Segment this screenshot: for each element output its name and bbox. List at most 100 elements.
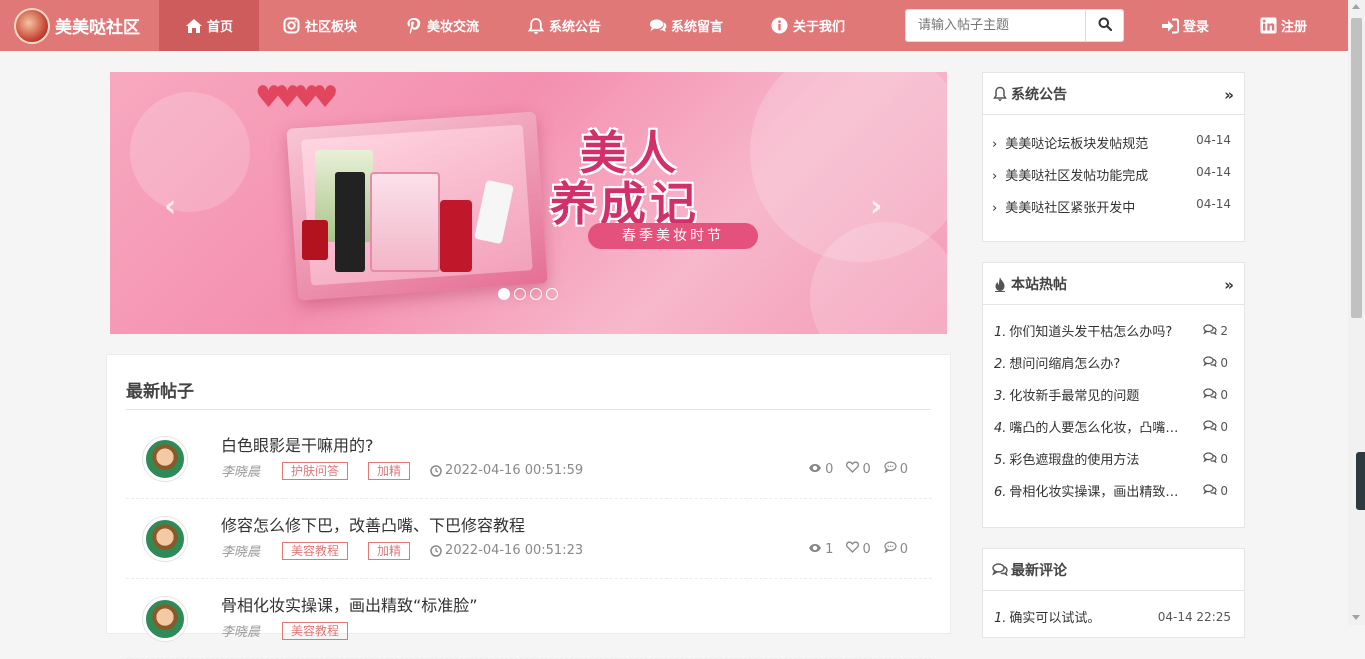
nav-item-messages[interactable]: 系统留言 bbox=[625, 0, 747, 51]
carousel-dot[interactable] bbox=[514, 288, 526, 300]
post-tag[interactable]: 加精 bbox=[368, 541, 411, 560]
latest-comments-title: 最新评论 bbox=[1011, 562, 1067, 579]
hot-post-title-text: 彩色遮瑕盘的使用方法 bbox=[1009, 453, 1140, 468]
view-count: 1 bbox=[808, 541, 833, 557]
floating-side-widget[interactable] bbox=[1356, 452, 1365, 510]
comment-count-value: 0 bbox=[899, 461, 908, 477]
hot-post-count-value: 0 bbox=[1220, 483, 1228, 498]
nav-item-community[interactable]: 社区板块 bbox=[259, 0, 381, 51]
hot-post-title: 5. 彩色遮瑕盘的使用方法 bbox=[994, 449, 1139, 468]
comment-count-value: 0 bbox=[899, 541, 908, 557]
notice-item[interactable]: › 美美哒论坛板块发帖规范 04-14 bbox=[992, 133, 1231, 152]
post-tag[interactable]: 护肤问答 bbox=[282, 461, 349, 480]
comment-icon bbox=[884, 461, 897, 477]
like-count[interactable]: 0 bbox=[846, 541, 871, 557]
post-tag[interactable]: 加精 bbox=[368, 461, 411, 480]
banner-carousel[interactable]: ♥♥♥♥ 美人 养成记 春季美妆时节 ‹ › bbox=[110, 72, 947, 334]
clock-icon bbox=[430, 544, 442, 557]
notice-item[interactable]: › 美美哒社区紧张开发中 04-14 bbox=[992, 197, 1231, 216]
nav-item-label: 首页 bbox=[206, 20, 233, 35]
nav-item-about[interactable]: 关于我们 bbox=[747, 0, 869, 51]
banner-decoration bbox=[130, 92, 250, 212]
hot-post-count-value: 2 bbox=[1220, 323, 1228, 338]
post-author[interactable]: 李晓晨 bbox=[221, 461, 260, 480]
notice-date: 04-14 bbox=[1196, 165, 1231, 179]
nav-item-home[interactable]: 首页 bbox=[159, 0, 259, 51]
hot-post-item[interactable]: 5. 彩色遮瑕盘的使用方法 0 bbox=[994, 449, 1228, 469]
login-button[interactable]: 登录 bbox=[1161, 0, 1209, 51]
banner-headline: 美人 养成记 bbox=[550, 126, 700, 229]
hot-post-rank: 2. bbox=[994, 357, 1007, 372]
post-tag[interactable]: 美容教程 bbox=[282, 541, 349, 560]
nav-item-announcements[interactable]: 系统公告 bbox=[503, 0, 625, 51]
notice-date: 04-14 bbox=[1196, 133, 1231, 147]
scrollbar-thumb[interactable] bbox=[1351, 18, 1362, 318]
comment-text: 1. 确实可以试试。 bbox=[994, 607, 1100, 626]
hot-post-title-text: 想问问缩肩怎么办? bbox=[1009, 357, 1121, 372]
comments-icon bbox=[1203, 419, 1218, 434]
carousel-dot[interactable] bbox=[530, 288, 542, 300]
scroll-down-arrow-icon[interactable] bbox=[1352, 615, 1360, 620]
post-meta: 李晓晨 美容教程 bbox=[221, 621, 368, 640]
view-count-value: 0 bbox=[825, 461, 834, 477]
hot-post-item[interactable]: 1. 你们知道头发干枯怎么办吗? 2 bbox=[994, 321, 1228, 341]
hot-post-rank: 1. bbox=[994, 325, 1007, 340]
latest-comments-header: 最新评论 bbox=[983, 549, 1244, 591]
carousel-dot[interactable] bbox=[498, 288, 510, 300]
pinterest-icon bbox=[405, 17, 423, 35]
hot-post-item[interactable]: 3. 化妆新手最常见的问题 0 bbox=[994, 385, 1228, 405]
avatar[interactable] bbox=[143, 597, 187, 641]
hot-post-title-text: 嘴凸的人要怎么化妆，凸嘴… bbox=[1009, 421, 1179, 436]
hot-post-rank: 4. bbox=[994, 421, 1007, 436]
post-item[interactable]: 修容怎么修下巴，改善凸嘴、下巴修容教程 李晓晨 美容教程 加精 2022-04-… bbox=[126, 499, 932, 579]
carousel-prev-button[interactable]: ‹ bbox=[164, 192, 176, 222]
nav-item-label: 美妆交流 bbox=[426, 20, 479, 35]
register-button[interactable]: 注册 bbox=[1260, 0, 1307, 51]
carousel-next-button[interactable]: › bbox=[870, 192, 882, 222]
banner-headline-line1: 美人 bbox=[580, 126, 680, 180]
hot-post-item[interactable]: 6. 骨相化妆实操课，画出精致… 0 bbox=[994, 481, 1228, 501]
post-meta: 李晓晨 护肤问答 加精 2022-04-16 00:51:59 bbox=[221, 461, 583, 480]
hot-post-comment-count: 0 bbox=[1203, 353, 1228, 372]
post-title[interactable]: 骨相化妆实操课，画出精致“标准脸” bbox=[221, 592, 478, 616]
avatar[interactable] bbox=[143, 517, 187, 561]
scroll-up-arrow-icon[interactable] bbox=[1352, 4, 1360, 9]
carousel-dot[interactable] bbox=[546, 288, 558, 300]
comment-count[interactable]: 0 bbox=[884, 541, 908, 557]
comment-item[interactable]: 1. 确实可以试试。 04-14 22:25 bbox=[994, 607, 1231, 627]
post-item[interactable]: 骨相化妆实操课，画出精致“标准脸” 李晓晨 美容教程 bbox=[126, 579, 932, 659]
hot-post-item[interactable]: 2. 想问问缩肩怎么办? 0 bbox=[994, 353, 1228, 373]
post-item[interactable]: 白色眼影是干嘛用的? 李晓晨 护肤问答 加精 2022-04-16 00:51:… bbox=[126, 419, 932, 499]
hot-post-title: 3. 化妆新手最常见的问题 bbox=[994, 385, 1139, 404]
comments-icon bbox=[1203, 451, 1218, 466]
post-title[interactable]: 白色眼影是干嘛用的? bbox=[221, 432, 374, 456]
like-count[interactable]: 0 bbox=[846, 461, 871, 477]
linkedin-icon bbox=[1260, 17, 1277, 34]
notices-title: 系统公告 bbox=[1011, 86, 1067, 103]
brand[interactable]: 美美哒社区 bbox=[0, 0, 159, 51]
post-meta: 李晓晨 美容教程 加精 2022-04-16 00:51:23 bbox=[221, 541, 583, 560]
hot-posts-header: 本站热帖 » bbox=[983, 263, 1244, 305]
register-label: 注册 bbox=[1281, 20, 1308, 35]
fire-icon bbox=[992, 276, 1008, 292]
comment-count[interactable]: 0 bbox=[884, 461, 908, 477]
divider bbox=[126, 409, 931, 410]
post-title[interactable]: 修容怎么修下巴，改善凸嘴、下巴修容教程 bbox=[221, 512, 525, 536]
avatar[interactable] bbox=[143, 437, 187, 481]
heart-icon bbox=[846, 541, 860, 557]
hot-post-title: 2. 想问问缩肩怎么办? bbox=[994, 353, 1120, 372]
search-button[interactable] bbox=[1086, 9, 1124, 42]
view-count: 0 bbox=[808, 461, 833, 477]
search-input[interactable] bbox=[905, 9, 1086, 42]
notice-title-text: 美美哒社区紧张开发中 bbox=[1005, 201, 1136, 216]
post-author[interactable]: 李晓晨 bbox=[221, 621, 260, 640]
comments-icon bbox=[649, 17, 667, 35]
post-tag[interactable]: 美容教程 bbox=[282, 621, 349, 640]
nav-item-makeup[interactable]: 美妆交流 bbox=[381, 0, 503, 51]
page-scrollbar[interactable] bbox=[1348, 0, 1365, 625]
hot-post-item[interactable]: 4. 嘴凸的人要怎么化妆，凸嘴… 0 bbox=[994, 417, 1228, 437]
post-author[interactable]: 李晓晨 bbox=[221, 541, 260, 560]
hot-posts-more-button[interactable]: » bbox=[1224, 276, 1234, 294]
notices-more-button[interactable]: » bbox=[1224, 86, 1234, 104]
notice-item[interactable]: › 美美哒社区发帖功能完成 04-14 bbox=[992, 165, 1231, 184]
